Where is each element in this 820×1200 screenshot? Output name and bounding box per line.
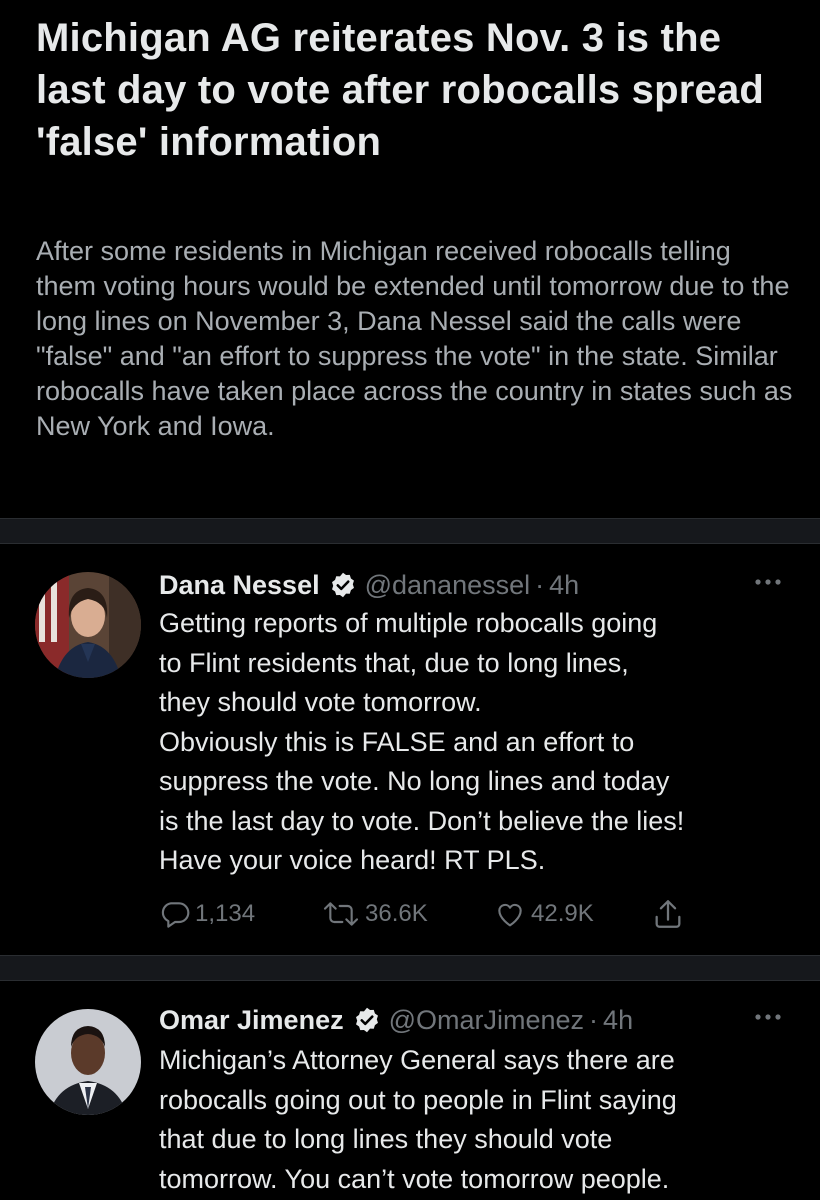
tweet-text-line: to Flint residents that, due to long lin… — [159, 647, 629, 678]
author-handle[interactable]: @dananessel — [365, 570, 531, 601]
tweet-header: Dana Nessel @dananessel · 4h — [159, 568, 579, 602]
section-divider — [0, 518, 820, 544]
retweet-icon — [323, 902, 359, 926]
tweet-actions: 1,134 36.6K 42.9K — [159, 896, 719, 932]
tweet-text-line: they should vote tomorrow. — [159, 687, 482, 717]
tweet-dana-nessel[interactable]: Dana Nessel @dananessel · 4h Getting rep… — [0, 568, 820, 953]
author-handle[interactable]: @OmarJimenez — [389, 1005, 584, 1036]
more-options-icon[interactable] — [750, 1007, 786, 1027]
tweet-text-line: Obviously this is FALSE and an effort to — [159, 726, 635, 757]
like-button[interactable]: 42.9K — [493, 896, 594, 932]
tweet-text-line: Getting reports of multiple robocalls go… — [159, 608, 658, 638]
tweet-divider — [0, 955, 820, 981]
retweet-count: 36.6K — [365, 900, 428, 927]
verified-badge-icon — [331, 572, 354, 598]
like-count: 42.9K — [531, 900, 594, 927]
tweet-text-line: is the last day to vote. Don’t believe t… — [159, 805, 685, 836]
tweet-timestamp[interactable]: 4h — [549, 570, 579, 601]
separator-dot: · — [589, 1004, 599, 1035]
reply-icon — [161, 902, 190, 928]
tweet-text-line: that due to long lines they should vote — [159, 1124, 613, 1154]
tweet-text: Michigan’s Attorney General says there a… — [159, 1041, 799, 1199]
separator-dot: · — [535, 569, 545, 600]
more-options-icon[interactable] — [750, 572, 786, 592]
reply-count: 1,134 — [195, 900, 256, 927]
tweet-omar-jimenez[interactable]: Omar Jimenez @OmarJimenez · 4h Michigan’… — [0, 1003, 820, 1200]
retweet-button[interactable]: 36.6K — [321, 896, 428, 932]
tweet-text-line: robocalls going out to people in Flint s… — [159, 1084, 677, 1115]
avatar[interactable] — [35, 1009, 141, 1115]
tweet-text-line: Michigan’s Attorney General says there a… — [159, 1045, 675, 1075]
news-article-card[interactable]: Michigan AG reiterates Nov. 3 is the las… — [0, 0, 820, 518]
tweet-text: Getting reports of multiple robocalls go… — [159, 604, 799, 881]
like-icon — [498, 903, 522, 927]
tweet-header: Omar Jimenez @OmarJimenez · 4h — [159, 1003, 633, 1037]
share-button[interactable] — [651, 896, 689, 932]
article-headline[interactable]: Michigan AG reiterates Nov. 3 is the las… — [36, 12, 796, 168]
tweet-text-line: tomorrow. You can’t vote tomorrow people… — [159, 1163, 670, 1194]
article-summary: After some residents in Michigan receive… — [36, 236, 793, 441]
author-name[interactable]: Dana Nessel — [159, 570, 320, 601]
tweet-text-line: suppress the vote. No long lines and tod… — [159, 766, 670, 796]
author-name[interactable]: Omar Jimenez — [159, 1005, 344, 1036]
tweet-timestamp[interactable]: 4h — [603, 1005, 633, 1036]
tweet-text-line: Have your voice heard! RT PLS. — [159, 845, 546, 875]
avatar[interactable] — [35, 572, 141, 678]
share-icon — [655, 900, 681, 928]
reply-button[interactable]: 1,134 — [159, 896, 255, 932]
verified-badge-icon — [355, 1007, 378, 1033]
